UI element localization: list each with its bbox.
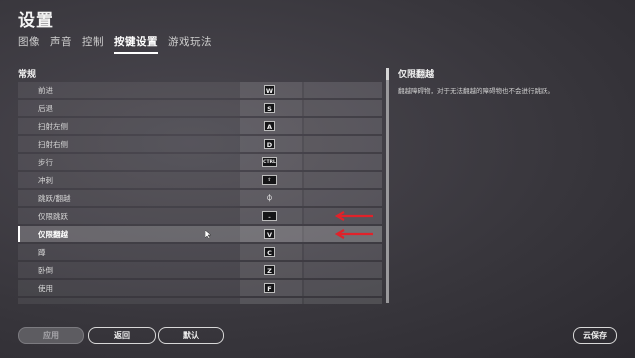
binding-label: 仅限跳跃 — [38, 212, 68, 221]
alternate-key-slot[interactable] — [304, 262, 382, 278]
primary-key-slot[interactable]: A — [240, 118, 302, 134]
key-cap: V — [264, 229, 275, 239]
alternate-key-slot[interactable] — [304, 154, 382, 170]
binding-row-partial[interactable] — [18, 298, 382, 304]
mouse-pointer-icon — [205, 230, 212, 239]
key-cap: S — [264, 103, 275, 113]
key-cap: Z — [264, 265, 275, 275]
shift-key-icon: ⇧ — [262, 175, 277, 185]
binding-row-jump-only[interactable]: 仅限跳跃 ⎵ — [18, 208, 382, 224]
alternate-key-slot[interactable] — [304, 82, 382, 98]
alternate-key-slot[interactable] — [304, 172, 382, 188]
binding-label: 仅限翻越 — [38, 230, 68, 239]
keybinding-list: 前进 W 后退 S 扫射左侧 A 扫射右侧 D 步行 CTRL 冲刺 ⇧ 跳跃/… — [18, 82, 382, 304]
alternate-key-slot[interactable] — [304, 190, 382, 206]
detail-title: 仅限翻越 — [398, 70, 435, 80]
binding-label: 扫射左侧 — [38, 122, 68, 131]
key-cap: F — [264, 283, 275, 293]
primary-key-slot[interactable]: ⏀ — [240, 190, 302, 206]
red-arrow-annotation — [334, 211, 373, 221]
binding-label: 前进 — [38, 86, 53, 95]
binding-row-strafe-left[interactable]: 扫射左侧 A — [18, 118, 382, 134]
primary-key-slot[interactable]: Z — [240, 262, 302, 278]
primary-key-slot[interactable] — [240, 298, 302, 304]
alternate-key-slot[interactable] — [304, 298, 382, 304]
alternate-key-slot[interactable] — [304, 136, 382, 152]
section-title: 常规 — [18, 70, 37, 80]
list-scrollbar[interactable] — [386, 68, 389, 303]
primary-key-slot[interactable]: V — [240, 226, 302, 242]
page-title: 设置 — [18, 11, 54, 31]
default-button[interactable]: 默认 — [158, 327, 224, 344]
key-cap: D — [264, 139, 275, 149]
binding-row-back[interactable]: 后退 S — [18, 100, 382, 116]
alternate-key-slot[interactable] — [304, 280, 382, 296]
back-button[interactable]: 返回 — [88, 327, 156, 344]
primary-key-slot[interactable]: W — [240, 82, 302, 98]
detail-accent-bar — [386, 68, 389, 80]
binding-row-sprint[interactable]: 冲刺 ⇧ — [18, 172, 382, 188]
key-cap: C — [264, 247, 275, 257]
tab-keybindings[interactable]: 按键设置 — [114, 34, 158, 54]
binding-row-walk[interactable]: 步行 CTRL — [18, 154, 382, 170]
binding-label: 卧倒 — [38, 266, 53, 275]
primary-key-slot[interactable]: CTRL — [240, 154, 302, 170]
primary-key-slot[interactable]: ⎵ — [240, 208, 302, 224]
primary-key-slot[interactable]: ⇧ — [240, 172, 302, 188]
tab-audio[interactable]: 声音 — [50, 34, 72, 54]
binding-label: 冲刺 — [38, 176, 53, 185]
settings-tabs: 图像 声音 控制 按键设置 游戏玩法 — [18, 34, 212, 54]
binding-label: 蹲 — [38, 248, 46, 257]
binding-row-prone[interactable]: 卧倒 Z — [18, 262, 382, 278]
binding-row-crouch[interactable]: 蹲 C — [18, 244, 382, 260]
ctrl-key-icon: CTRL — [262, 157, 277, 167]
primary-key-slot[interactable]: F — [240, 280, 302, 296]
red-arrow-annotation — [334, 229, 373, 239]
alternate-key-slot[interactable] — [304, 100, 382, 116]
tab-controls[interactable]: 控制 — [82, 34, 104, 54]
alternate-key-slot[interactable] — [304, 244, 382, 260]
apply-button[interactable]: 应用 — [18, 327, 84, 344]
primary-key-slot[interactable]: C — [240, 244, 302, 260]
key-cap: A — [264, 121, 275, 131]
binding-row-strafe-right[interactable]: 扫射右侧 D — [18, 136, 382, 152]
detail-description: 翻越障碍物，对于无法翻越的障碍物也不会进行跳跃。 — [398, 87, 554, 95]
binding-label: 使用 — [38, 284, 53, 293]
binding-row-use[interactable]: 使用 F — [18, 280, 382, 296]
alternate-key-slot[interactable] — [304, 118, 382, 134]
binding-label: 步行 — [38, 158, 53, 167]
primary-key-slot[interactable]: S — [240, 100, 302, 116]
tab-gameplay[interactable]: 游戏玩法 — [168, 34, 212, 54]
tab-graphics[interactable]: 图像 — [18, 34, 40, 54]
spacebar-key-icon: ⎵ — [262, 211, 277, 221]
binding-label: 后退 — [38, 104, 53, 113]
primary-key-slot[interactable]: D — [240, 136, 302, 152]
binding-label: 扫射右侧 — [38, 140, 68, 149]
key-cap: W — [264, 85, 275, 95]
cloud-save-button[interactable]: 云保存 — [573, 327, 617, 344]
mouse-button-icon: ⏀ — [266, 194, 273, 202]
scrollbar-thumb[interactable] — [386, 68, 389, 303]
binding-row-jump-vault[interactable]: 跳跃/翻越 ⏀ — [18, 190, 382, 206]
binding-row-forward[interactable]: 前进 W — [18, 82, 382, 98]
binding-row-vault-only[interactable]: 仅限翻越 V — [18, 226, 382, 242]
binding-label: 跳跃/翻越 — [38, 194, 71, 203]
